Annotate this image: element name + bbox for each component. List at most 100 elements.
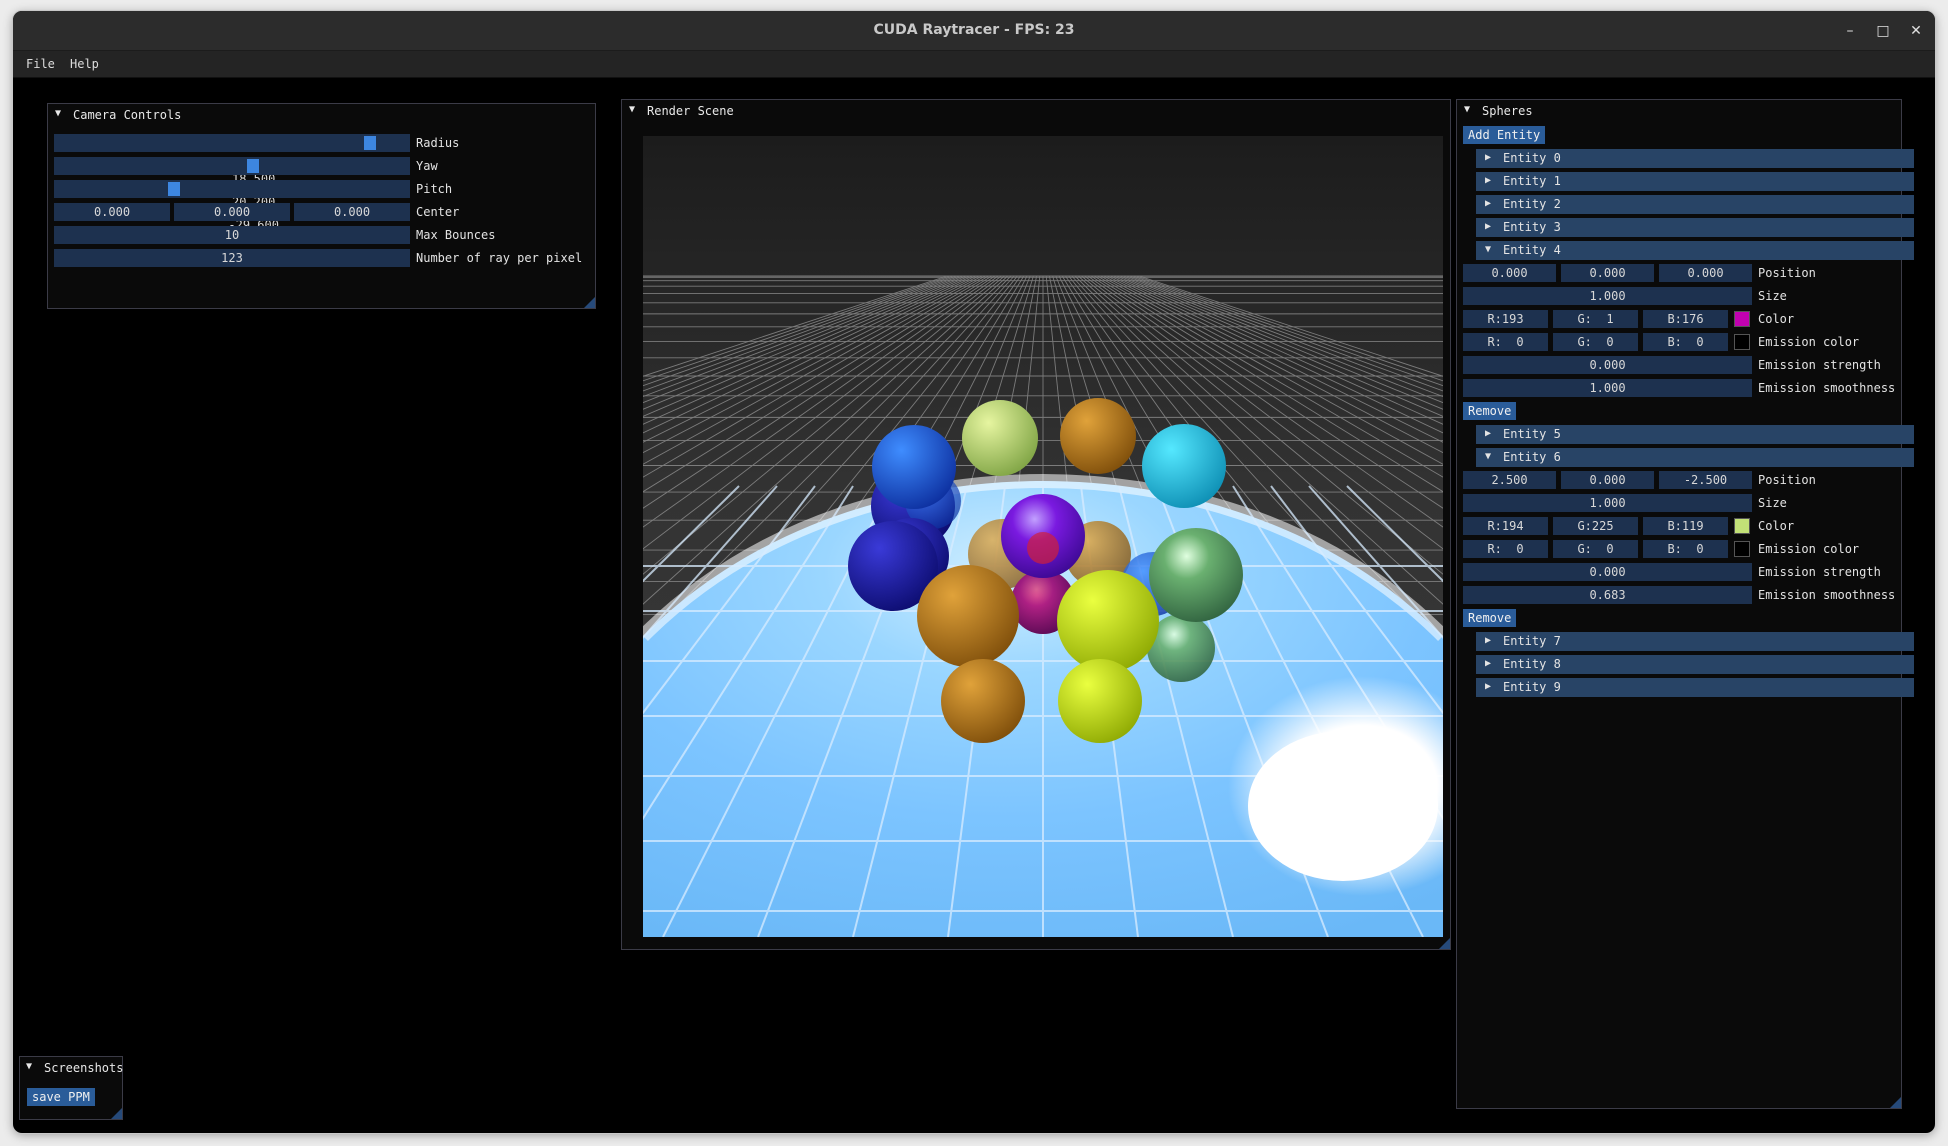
rays-per-pixel-input[interactable]: 123: [54, 249, 410, 267]
entity-header-4[interactable]: ▼ Entity 4: [1476, 241, 1914, 260]
entity-header-1[interactable]: ▶ Entity 1: [1476, 172, 1914, 191]
color-r-input[interactable]: R:194: [1463, 517, 1548, 535]
position-y-input[interactable]: 0.000: [1561, 264, 1654, 282]
collapse-triangle-icon[interactable]: ▼: [1464, 104, 1470, 115]
size-label: Size: [1758, 289, 1787, 303]
panel-title: Screenshots: [44, 1061, 124, 1075]
expand-triangle-icon: ▶: [1485, 221, 1492, 232]
emission-smoothness-input[interactable]: 1.000: [1463, 379, 1752, 397]
close-icon[interactable]: ✕: [1904, 19, 1928, 43]
resize-grip[interactable]: [1439, 938, 1450, 949]
entity-name: Entity 5: [1503, 427, 1561, 441]
slider-grab[interactable]: [168, 182, 180, 196]
entity-header-0[interactable]: ▶ Entity 0: [1476, 149, 1914, 168]
center-y-input[interactable]: 0.000: [174, 203, 290, 221]
position-label: Position: [1758, 473, 1816, 487]
emission-color-label: Emission color: [1758, 335, 1860, 349]
rays-per-pixel-label: Number of ray per pixel: [416, 251, 583, 265]
resize-grip[interactable]: [111, 1108, 122, 1119]
emission-b-input[interactable]: B: 0: [1643, 333, 1728, 351]
slider-grab[interactable]: [247, 159, 259, 173]
position-x-input[interactable]: 2.500: [1463, 471, 1556, 489]
emission-b-input[interactable]: B: 0: [1643, 540, 1728, 558]
color-g-input[interactable]: G:225: [1553, 517, 1638, 535]
emission-color-swatch[interactable]: [1734, 334, 1750, 350]
panel-header[interactable]: ▼ Camera Controls: [48, 104, 595, 126]
window-title: CUDA Raytracer - FPS: 23: [873, 22, 1075, 38]
emission-smoothness-label: Emission smoothness: [1758, 588, 1896, 602]
center-x-input[interactable]: 0.000: [54, 203, 170, 221]
expand-triangle-icon: ▶: [1485, 152, 1492, 163]
expand-triangle-icon: ▶: [1485, 681, 1492, 692]
remove-entity-button[interactable]: Remove: [1463, 609, 1517, 627]
radius-slider[interactable]: 18.500: [54, 134, 410, 186]
collapse-triangle-icon: ▼: [1485, 451, 1492, 462]
color-r-input[interactable]: R:193: [1463, 310, 1548, 328]
color-swatch[interactable]: [1734, 518, 1750, 534]
color-label: Color: [1758, 519, 1795, 533]
panel-header[interactable]: ▼ Render Scene: [622, 100, 1450, 122]
entity-header-5[interactable]: ▶ Entity 5: [1476, 425, 1914, 444]
center-label: Center: [416, 205, 460, 219]
color-swatch[interactable]: [1734, 311, 1750, 327]
size-input[interactable]: 1.000: [1463, 494, 1752, 512]
slider-grab[interactable]: [364, 136, 376, 150]
screenshots-panel: ▼ Screenshots save PPM: [19, 1056, 123, 1120]
emission-r-input[interactable]: R: 0: [1463, 333, 1548, 351]
pitch-slider[interactable]: -29.600: [54, 180, 410, 232]
expand-triangle-icon: ▶: [1485, 635, 1492, 646]
emission-g-input[interactable]: G: 0: [1553, 333, 1638, 351]
position-x-input[interactable]: 0.000: [1463, 264, 1556, 282]
entity-header-3[interactable]: ▶ Entity 3: [1476, 218, 1914, 237]
position-z-input[interactable]: 0.000: [1659, 264, 1752, 282]
collapse-triangle-icon[interactable]: ▼: [55, 108, 61, 119]
position-z-input[interactable]: -2.500: [1659, 471, 1752, 489]
color-label: Color: [1758, 312, 1795, 326]
size-input[interactable]: 1.000: [1463, 287, 1752, 305]
panel-title: Render Scene: [647, 104, 734, 118]
emission-strength-input[interactable]: 0.000: [1463, 356, 1752, 374]
expand-triangle-icon: ▶: [1485, 198, 1492, 209]
panel-header[interactable]: ▼ Spheres: [1457, 100, 1901, 122]
emission-r-input[interactable]: R: 0: [1463, 540, 1548, 558]
emission-color-swatch[interactable]: [1734, 541, 1750, 557]
render-viewport[interactable]: [643, 136, 1443, 937]
resize-grip[interactable]: [584, 297, 595, 308]
color-b-input[interactable]: B:176: [1643, 310, 1728, 328]
entity-header-8[interactable]: ▶ Entity 8: [1476, 655, 1914, 674]
emission-smoothness-label: Emission smoothness: [1758, 381, 1896, 395]
emission-smoothness-input[interactable]: 0.683: [1463, 586, 1752, 604]
center-z-input[interactable]: 0.000: [294, 203, 410, 221]
entity-header-6[interactable]: ▼ Entity 6: [1476, 448, 1914, 467]
minimize-icon[interactable]: –: [1838, 19, 1862, 43]
panel-header[interactable]: ▼ Screenshots: [20, 1057, 124, 1079]
collapse-triangle-icon[interactable]: ▼: [629, 104, 635, 115]
entity-header-2[interactable]: ▶ Entity 2: [1476, 195, 1914, 214]
menu-help[interactable]: Help: [70, 57, 99, 71]
color-b-input[interactable]: B:119: [1643, 517, 1728, 535]
emission-strength-label: Emission strength: [1758, 565, 1881, 579]
collapse-triangle-icon[interactable]: ▼: [26, 1061, 32, 1072]
entity-name: Entity 4: [1503, 243, 1561, 257]
yaw-slider[interactable]: 20.200: [54, 157, 410, 209]
max-bounces-input[interactable]: 10: [54, 226, 410, 244]
color-g-input[interactable]: G: 1: [1553, 310, 1638, 328]
resize-grip[interactable]: [1890, 1097, 1901, 1108]
add-entity-button[interactable]: Add Entity: [1463, 126, 1546, 144]
entity-name: Entity 6: [1503, 450, 1561, 464]
save-ppm-button[interactable]: save PPM: [27, 1088, 95, 1106]
max-bounces-label: Max Bounces: [416, 228, 496, 242]
pitch-label: Pitch: [416, 182, 453, 196]
entity-header-7[interactable]: ▶ Entity 7: [1476, 632, 1914, 651]
entity-header-9[interactable]: ▶ Entity 9: [1476, 678, 1914, 697]
emission-color-label: Emission color: [1758, 542, 1860, 556]
menu-file[interactable]: File: [26, 57, 55, 71]
remove-entity-button[interactable]: Remove: [1463, 402, 1517, 420]
yaw-label: Yaw: [416, 159, 438, 173]
maximize-icon[interactable]: □: [1871, 19, 1895, 43]
title-bar[interactable]: CUDA Raytracer - FPS: 23 – □ ✕: [13, 11, 1935, 51]
emission-strength-input[interactable]: 0.000: [1463, 563, 1752, 581]
position-y-input[interactable]: 0.000: [1561, 471, 1654, 489]
raytraced-scene-image: [643, 136, 1443, 937]
emission-g-input[interactable]: G: 0: [1553, 540, 1638, 558]
